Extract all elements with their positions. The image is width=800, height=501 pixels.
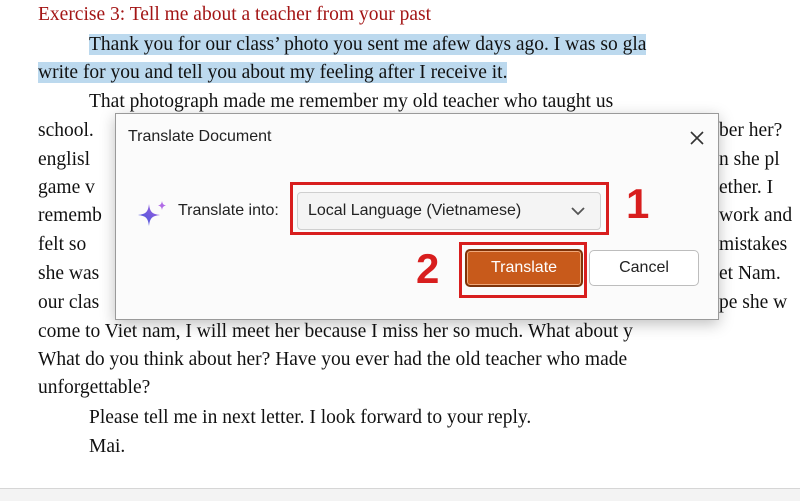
paragraph-line: That photograph made me remember my old …	[89, 91, 614, 112]
step-marker-1: 1	[626, 180, 650, 227]
paragraph-line: game v	[38, 177, 95, 198]
paragraph-fragment: ber her?	[719, 120, 783, 141]
page-break	[0, 488, 800, 501]
paragraph-line: Mai.	[89, 436, 126, 457]
paragraph-line: What do you think about her? Have you ev…	[38, 349, 628, 370]
step-marker-2: 2	[416, 245, 440, 292]
selected-text[interactable]: Thank you for our class’ photo you sent …	[89, 34, 647, 55]
paragraph-line: Please tell me in next letter. I look fo…	[89, 407, 532, 428]
paragraph-line[interactable]: write for you and tell you about my feel…	[38, 59, 508, 87]
paragraph-line: she was	[38, 263, 100, 284]
paragraph-fragment: pe she w	[719, 292, 788, 313]
highlight-box-step-1	[290, 182, 609, 235]
paragraph-fragment: et Nam.	[719, 263, 781, 284]
paragraph-fragment: mistakes	[719, 234, 788, 255]
highlight-box-step-2	[459, 242, 587, 298]
paragraph-line: englisl	[38, 149, 90, 170]
paragraph-line: school.	[38, 120, 94, 141]
cancel-button[interactable]: Cancel	[589, 250, 699, 286]
paragraph-fragment: ether. I	[719, 177, 774, 198]
translate-into-label: Translate into:	[178, 202, 279, 219]
paragraph-fragment: n she pl	[719, 149, 780, 170]
selected-text[interactable]: write for you and tell you about my feel…	[38, 62, 508, 83]
paragraph-line: rememb	[38, 205, 102, 226]
paragraph-line: our clas	[38, 292, 100, 313]
paragraph-line[interactable]: Thank you for our class’ photo you sent …	[89, 31, 647, 59]
sparkle-icon	[136, 198, 170, 232]
paragraph-line: felt so	[38, 234, 87, 255]
paragraph-line: come to Viet nam, I will meet her becaus…	[38, 321, 633, 342]
paragraph-fragment: work and	[719, 205, 793, 226]
dialog-title: Translate Document	[128, 128, 272, 145]
close-icon[interactable]	[682, 123, 712, 153]
paragraph-line: unforgettable?	[38, 377, 151, 398]
exercise-heading: Exercise 3: Tell me about a teacher from…	[38, 4, 431, 25]
